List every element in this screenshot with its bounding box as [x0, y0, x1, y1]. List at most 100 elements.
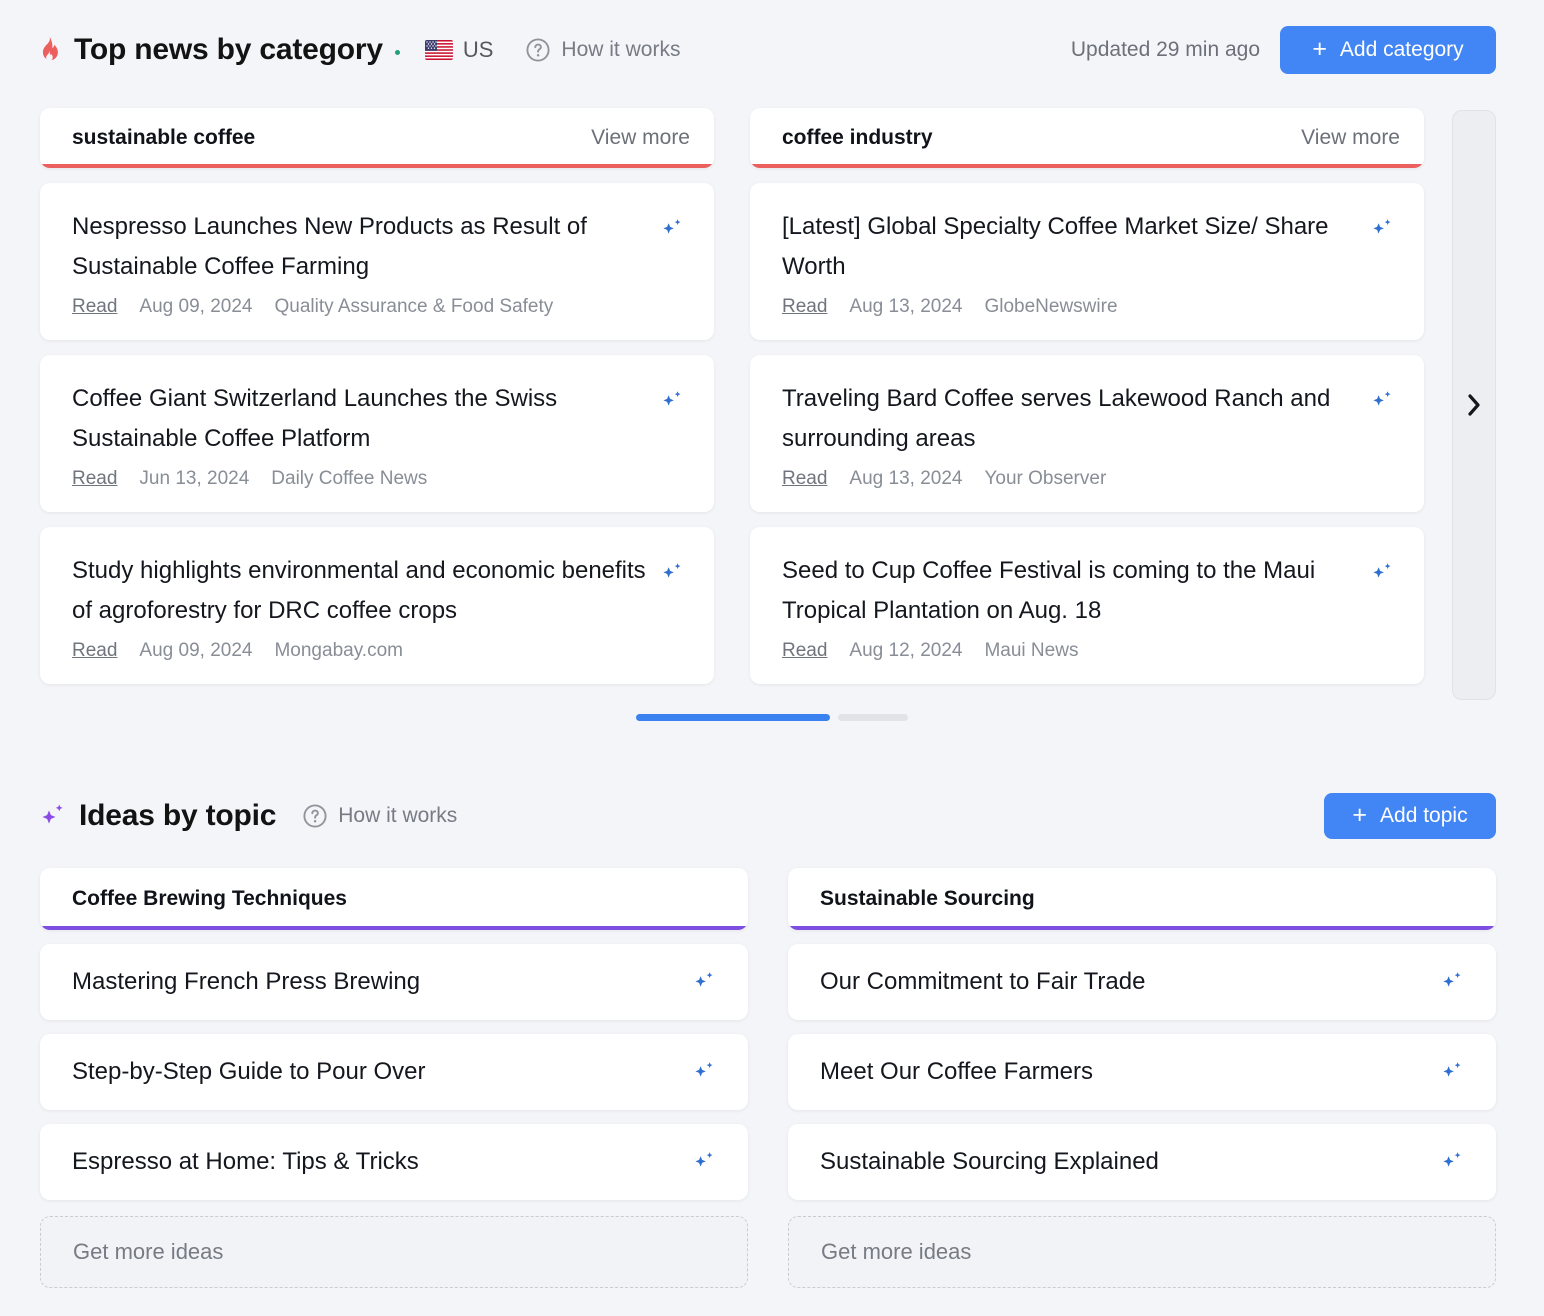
sparkle-icon[interactable] [692, 1150, 716, 1174]
get-more-ideas-button[interactable]: Get more ideas [40, 1216, 748, 1288]
get-more-ideas-button[interactable]: Get more ideas [788, 1216, 1496, 1288]
plus-icon: + [1352, 803, 1367, 828]
sparkle-icon[interactable] [1440, 1150, 1464, 1174]
news-headline: Seed to Cup Coffee Festival is coming to… [782, 551, 1370, 631]
chevron-right-icon [1467, 394, 1481, 416]
category-accent-underline [40, 164, 714, 168]
topic-name: Sustainable Sourcing [820, 887, 1035, 911]
news-date: Aug 09, 2024 [139, 640, 252, 662]
carousel-next-button[interactable] [1452, 110, 1496, 700]
news-card[interactable]: [Latest] Global Specialty Coffee Market … [750, 183, 1424, 340]
sparkle-icon[interactable] [692, 1060, 716, 1084]
sparkle-icon[interactable] [660, 389, 684, 413]
dashboard-page: Top news by category US [0, 0, 1544, 1316]
add-category-button[interactable]: + Add category [1280, 26, 1496, 74]
title-separator-dot [395, 50, 400, 55]
news-column-coffee-industry: coffee industry View more [Latest] Globa… [750, 108, 1424, 684]
news-meta: Read Aug 09, 2024 Quality Assurance & Fo… [72, 296, 684, 318]
page-title: Top news by category [74, 33, 383, 67]
sparkle-icon[interactable] [1370, 561, 1394, 585]
us-flag-icon [425, 40, 453, 60]
news-card-top: Seed to Cup Coffee Festival is coming to… [782, 551, 1394, 631]
read-link[interactable]: Read [782, 468, 827, 490]
category-name: coffee industry [782, 126, 933, 150]
sparkle-icon[interactable] [1440, 970, 1464, 994]
category-header: sustainable coffee View more [40, 108, 714, 168]
idea-row[interactable]: Sustainable Sourcing Explained [788, 1124, 1496, 1200]
sparkle-icon[interactable] [692, 970, 716, 994]
idea-row[interactable]: Espresso at Home: Tips & Tricks [40, 1124, 748, 1200]
carousel-pagination[interactable] [0, 714, 1544, 721]
news-how-it-works-link[interactable]: How it works [525, 37, 680, 63]
news-date: Aug 09, 2024 [139, 296, 252, 318]
topic-name: Coffee Brewing Techniques [72, 887, 347, 911]
pagination-dot-active[interactable] [636, 714, 830, 721]
news-card[interactable]: Coffee Giant Switzerland Launches the Sw… [40, 355, 714, 512]
read-link[interactable]: Read [782, 640, 827, 662]
idea-title: Sustainable Sourcing Explained [820, 1148, 1440, 1176]
read-link[interactable]: Read [72, 296, 117, 318]
sparkle-icon[interactable] [1370, 389, 1394, 413]
news-source: Maui News [984, 640, 1078, 662]
sparkle-icon[interactable] [1440, 1060, 1464, 1084]
sparkle-purple-icon [40, 801, 66, 831]
idea-title: Our Commitment to Fair Trade [820, 968, 1440, 996]
news-source: Mongabay.com [274, 640, 403, 662]
idea-title: Step-by-Step Guide to Pour Over [72, 1058, 692, 1086]
news-carousel: sustainable coffee View more Nespresso L… [0, 100, 1544, 710]
sparkle-icon[interactable] [1370, 217, 1394, 241]
read-link[interactable]: Read [72, 640, 117, 662]
news-meta: Read Jun 13, 2024 Daily Coffee News [72, 468, 684, 490]
news-source: Your Observer [984, 468, 1106, 490]
news-how-it-works-label: How it works [561, 38, 680, 62]
view-more-link[interactable]: View more [1301, 126, 1400, 150]
category-header: coffee industry View more [750, 108, 1424, 168]
news-column-sustainable-coffee: sustainable coffee View more Nespresso L… [40, 108, 714, 684]
news-card[interactable]: Seed to Cup Coffee Festival is coming to… [750, 527, 1424, 684]
news-headline: Nespresso Launches New Products as Resul… [72, 207, 660, 287]
idea-title: Espresso at Home: Tips & Tricks [72, 1148, 692, 1176]
add-topic-button[interactable]: + Add topic [1324, 793, 1496, 839]
news-meta: Read Aug 09, 2024 Mongabay.com [72, 640, 684, 662]
add-category-label: Add category [1340, 38, 1464, 62]
news-source: Quality Assurance & Food Safety [274, 296, 553, 318]
news-headline: Study highlights environmental and econo… [72, 551, 660, 631]
category-accent-underline [750, 164, 1424, 168]
idea-row[interactable]: Mastering French Press Brewing [40, 944, 748, 1020]
updated-timestamp: Updated 29 min ago [1071, 38, 1260, 62]
news-headline: Traveling Bard Coffee serves Lakewood Ra… [782, 379, 1370, 459]
news-card[interactable]: Traveling Bard Coffee serves Lakewood Ra… [750, 355, 1424, 512]
pagination-dot-inactive[interactable] [838, 714, 908, 721]
news-card[interactable]: Study highlights environmental and econo… [40, 527, 714, 684]
topic-accent-underline [40, 926, 748, 930]
idea-row[interactable]: Meet Our Coffee Farmers [788, 1034, 1496, 1110]
get-more-ideas-label: Get more ideas [73, 1239, 223, 1265]
topic-accent-underline [788, 926, 1496, 930]
locale-label: US [463, 37, 494, 63]
plus-icon: + [1312, 37, 1327, 62]
idea-row[interactable]: Our Commitment to Fair Trade [788, 944, 1496, 1020]
topic-column-sustainable-sourcing: Sustainable Sourcing Our Commitment to F… [788, 868, 1496, 1288]
topic-column-coffee-brewing-techniques: Coffee Brewing Techniques Mastering Fren… [40, 868, 748, 1288]
news-meta: Read Aug 13, 2024 Your Observer [782, 468, 1394, 490]
read-link[interactable]: Read [782, 296, 827, 318]
ideas-how-it-works-link[interactable]: How it works [302, 803, 457, 829]
view-more-link[interactable]: View more [591, 126, 690, 150]
news-date: Aug 13, 2024 [849, 296, 962, 318]
sparkle-icon[interactable] [660, 561, 684, 585]
news-card[interactable]: Nespresso Launches New Products as Resul… [40, 183, 714, 340]
idea-title: Meet Our Coffee Farmers [820, 1058, 1440, 1086]
sparkle-icon[interactable] [660, 217, 684, 241]
ideas-section-header: Ideas by topic How it works + Add topic [0, 784, 1544, 848]
add-topic-label: Add topic [1380, 804, 1468, 828]
read-link[interactable]: Read [72, 468, 117, 490]
news-meta: Read Aug 12, 2024 Maui News [782, 640, 1394, 662]
news-card-top: Coffee Giant Switzerland Launches the Sw… [72, 379, 684, 459]
category-name: sustainable coffee [72, 126, 255, 150]
ideas-how-it-works-label: How it works [338, 804, 457, 828]
idea-row[interactable]: Step-by-Step Guide to Pour Over [40, 1034, 748, 1110]
topic-header: Sustainable Sourcing [788, 868, 1496, 930]
ideas-title: Ideas by topic [79, 799, 276, 833]
news-source: GlobeNewswire [984, 296, 1117, 318]
news-source: Daily Coffee News [271, 468, 427, 490]
